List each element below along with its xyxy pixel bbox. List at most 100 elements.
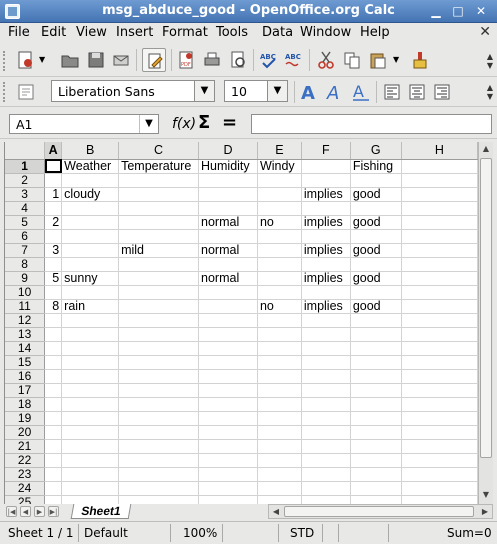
formula-equals-icon[interactable]: =: [222, 112, 237, 133]
cell-b6[interactable]: [61, 229, 120, 244]
row-header[interactable]: 16: [5, 369, 46, 384]
cell-b23[interactable]: [61, 467, 120, 482]
cell-f3[interactable]: implies: [301, 187, 351, 202]
sum-icon[interactable]: Σ: [198, 112, 210, 133]
cell-c8[interactable]: [118, 257, 200, 272]
cell-g18[interactable]: [350, 397, 402, 412]
cell-h22[interactable]: [401, 453, 478, 468]
cell-d2[interactable]: [198, 173, 258, 188]
cell-h18[interactable]: [401, 397, 478, 412]
cell-e13[interactable]: [257, 327, 302, 342]
name-box[interactable]: A1 ▼: [9, 114, 159, 134]
align-center-icon[interactable]: [407, 82, 427, 102]
last-sheet-icon[interactable]: ▶|: [48, 506, 59, 517]
prev-sheet-icon[interactable]: ◀: [20, 506, 31, 517]
cut-icon[interactable]: [316, 50, 336, 70]
sheet-tab-sheet1[interactable]: Sheet1: [70, 504, 132, 519]
cell-f24[interactable]: [301, 481, 351, 496]
toolbar-grip[interactable]: [3, 82, 7, 102]
cell-c23[interactable]: [118, 467, 200, 482]
cell-e1[interactable]: Windy: [257, 159, 302, 174]
email-icon[interactable]: [111, 50, 131, 70]
row-header[interactable]: 14: [5, 341, 46, 356]
cell-h11[interactable]: [401, 299, 478, 314]
pdf-icon[interactable]: PDF: [176, 50, 196, 70]
row-header[interactable]: 20: [5, 425, 46, 440]
cell-d17[interactable]: [198, 383, 258, 398]
cell-c21[interactable]: [118, 439, 200, 454]
status-zoom[interactable]: 100%: [183, 525, 217, 542]
cell-g2[interactable]: [350, 173, 402, 188]
cell-d20[interactable]: [198, 425, 258, 440]
cell-d5[interactable]: normal: [198, 215, 258, 230]
column-header-e[interactable]: E: [257, 142, 302, 160]
cell-h21[interactable]: [401, 439, 478, 454]
cell-e16[interactable]: [257, 369, 302, 384]
cell-g20[interactable]: [350, 425, 402, 440]
scroll-up-icon[interactable]: ▲: [479, 142, 493, 156]
cell-c11[interactable]: [118, 299, 200, 314]
column-header-c[interactable]: C: [118, 142, 200, 160]
vertical-scroll-thumb[interactable]: [480, 158, 492, 458]
cell-c20[interactable]: [118, 425, 200, 440]
menu-window[interactable]: Window: [300, 25, 351, 40]
cell-b21[interactable]: [61, 439, 120, 454]
next-sheet-icon[interactable]: ▶: [34, 506, 45, 517]
menu-format[interactable]: Format: [162, 25, 208, 40]
cell-f8[interactable]: [301, 257, 351, 272]
cell-h24[interactable]: [401, 481, 478, 496]
print-preview-icon[interactable]: [228, 50, 248, 70]
row-header[interactable]: 18: [5, 397, 46, 412]
cell-h6[interactable]: [401, 229, 478, 244]
cell-g7[interactable]: good: [350, 243, 402, 258]
cell-a7[interactable]: 3: [44, 243, 63, 258]
cell-a22[interactable]: [44, 453, 63, 468]
cell-c24[interactable]: [118, 481, 200, 496]
scroll-right-icon[interactable]: ▶: [478, 505, 492, 519]
cell-f21[interactable]: [301, 439, 351, 454]
cell-b10[interactable]: [61, 285, 120, 300]
menu-file[interactable]: File: [8, 25, 30, 40]
cell-a17[interactable]: [44, 383, 63, 398]
row-header[interactable]: 4: [5, 201, 46, 216]
cell-d13[interactable]: [198, 327, 258, 342]
cell-e7[interactable]: [257, 243, 302, 258]
cell-c14[interactable]: [118, 341, 200, 356]
cell-a9[interactable]: 5: [44, 271, 63, 286]
font-bold-a-icon[interactable]: A: [299, 82, 319, 102]
cell-e5[interactable]: no: [257, 215, 302, 230]
cell-d16[interactable]: [198, 369, 258, 384]
cell-g4[interactable]: [350, 201, 402, 216]
cell-b19[interactable]: [61, 411, 120, 426]
cell-f15[interactable]: [301, 355, 351, 370]
cell-b5[interactable]: [61, 215, 120, 230]
cell-f5[interactable]: implies: [301, 215, 351, 230]
menu-view[interactable]: View: [76, 25, 107, 40]
cell-d3[interactable]: [198, 187, 258, 202]
row-header[interactable]: 15: [5, 355, 46, 370]
cell-g8[interactable]: [350, 257, 402, 272]
cell-b7[interactable]: [61, 243, 120, 258]
close-icon[interactable]: ✕: [473, 3, 489, 19]
function-wizard-icon[interactable]: f(x): [172, 116, 196, 132]
cell-f14[interactable]: [301, 341, 351, 356]
cell-g22[interactable]: [350, 453, 402, 468]
horizontal-scroll-thumb[interactable]: [284, 506, 474, 517]
cell-f22[interactable]: [301, 453, 351, 468]
cell-f11[interactable]: implies: [301, 299, 351, 314]
cell-g9[interactable]: good: [350, 271, 402, 286]
cell-d18[interactable]: [198, 397, 258, 412]
column-header-d[interactable]: D: [198, 142, 258, 160]
cell-d21[interactable]: [198, 439, 258, 454]
cell-h3[interactable]: [401, 187, 478, 202]
row-header[interactable]: 1: [5, 159, 46, 174]
cell-g19[interactable]: [350, 411, 402, 426]
cell-c13[interactable]: [118, 327, 200, 342]
cell-e24[interactable]: [257, 481, 302, 496]
cell-c9[interactable]: [118, 271, 200, 286]
cell-b4[interactable]: [61, 201, 120, 216]
cell-h16[interactable]: [401, 369, 478, 384]
status-page-style[interactable]: Default: [84, 525, 128, 542]
cell-g13[interactable]: [350, 327, 402, 342]
cell-b15[interactable]: [61, 355, 120, 370]
